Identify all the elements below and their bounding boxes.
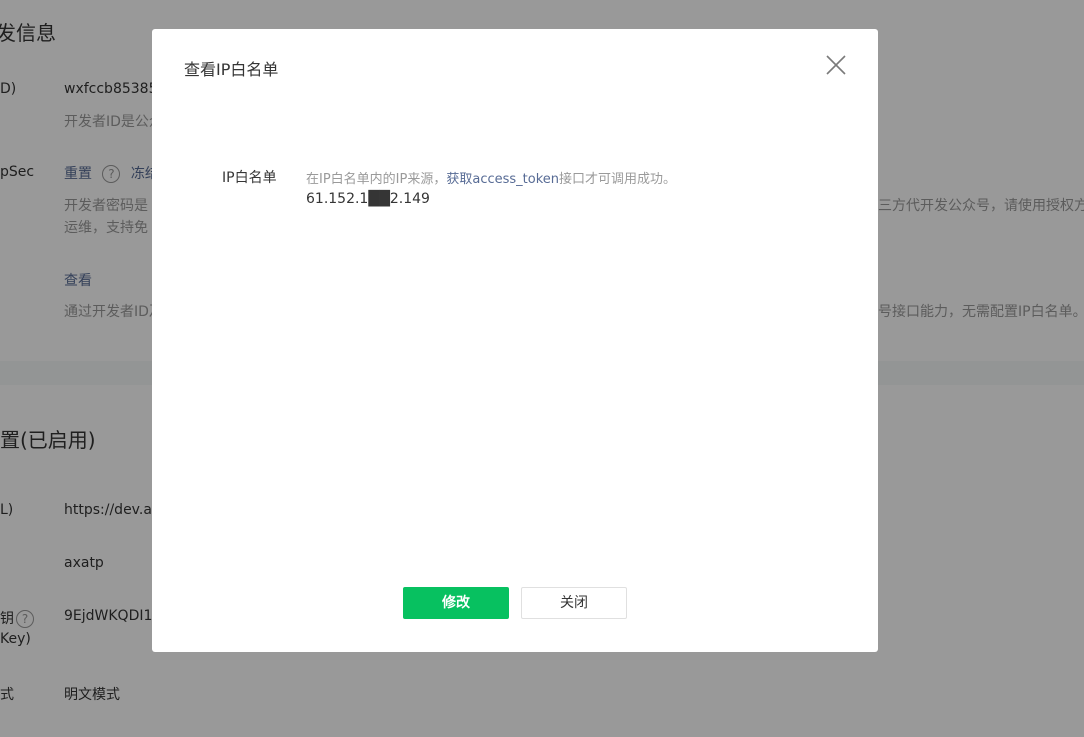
close-button[interactable]: 关闭 [521, 587, 627, 619]
ip-whitelist-dialog: 查看IP白名单 IP白名单 在IP白名单内的IP来源，获取access_toke… [152, 29, 878, 652]
whitelist-label: IP白名单 [222, 170, 277, 186]
access-token-link[interactable]: 获取access_token [446, 172, 559, 187]
whitelist-hint: 在IP白名单内的IP来源，获取access_token接口才可调用成功。 [306, 168, 676, 187]
hint-prefix: 在IP白名单内的IP来源， [306, 172, 447, 187]
close-icon[interactable] [824, 53, 848, 77]
whitelist-ip-value: 61.152.1██2.149 [306, 191, 430, 207]
modify-button[interactable]: 修改 [403, 587, 509, 619]
hint-suffix: 接口才可调用成功。 [559, 172, 677, 187]
dialog-title: 查看IP白名单 [184, 60, 279, 79]
